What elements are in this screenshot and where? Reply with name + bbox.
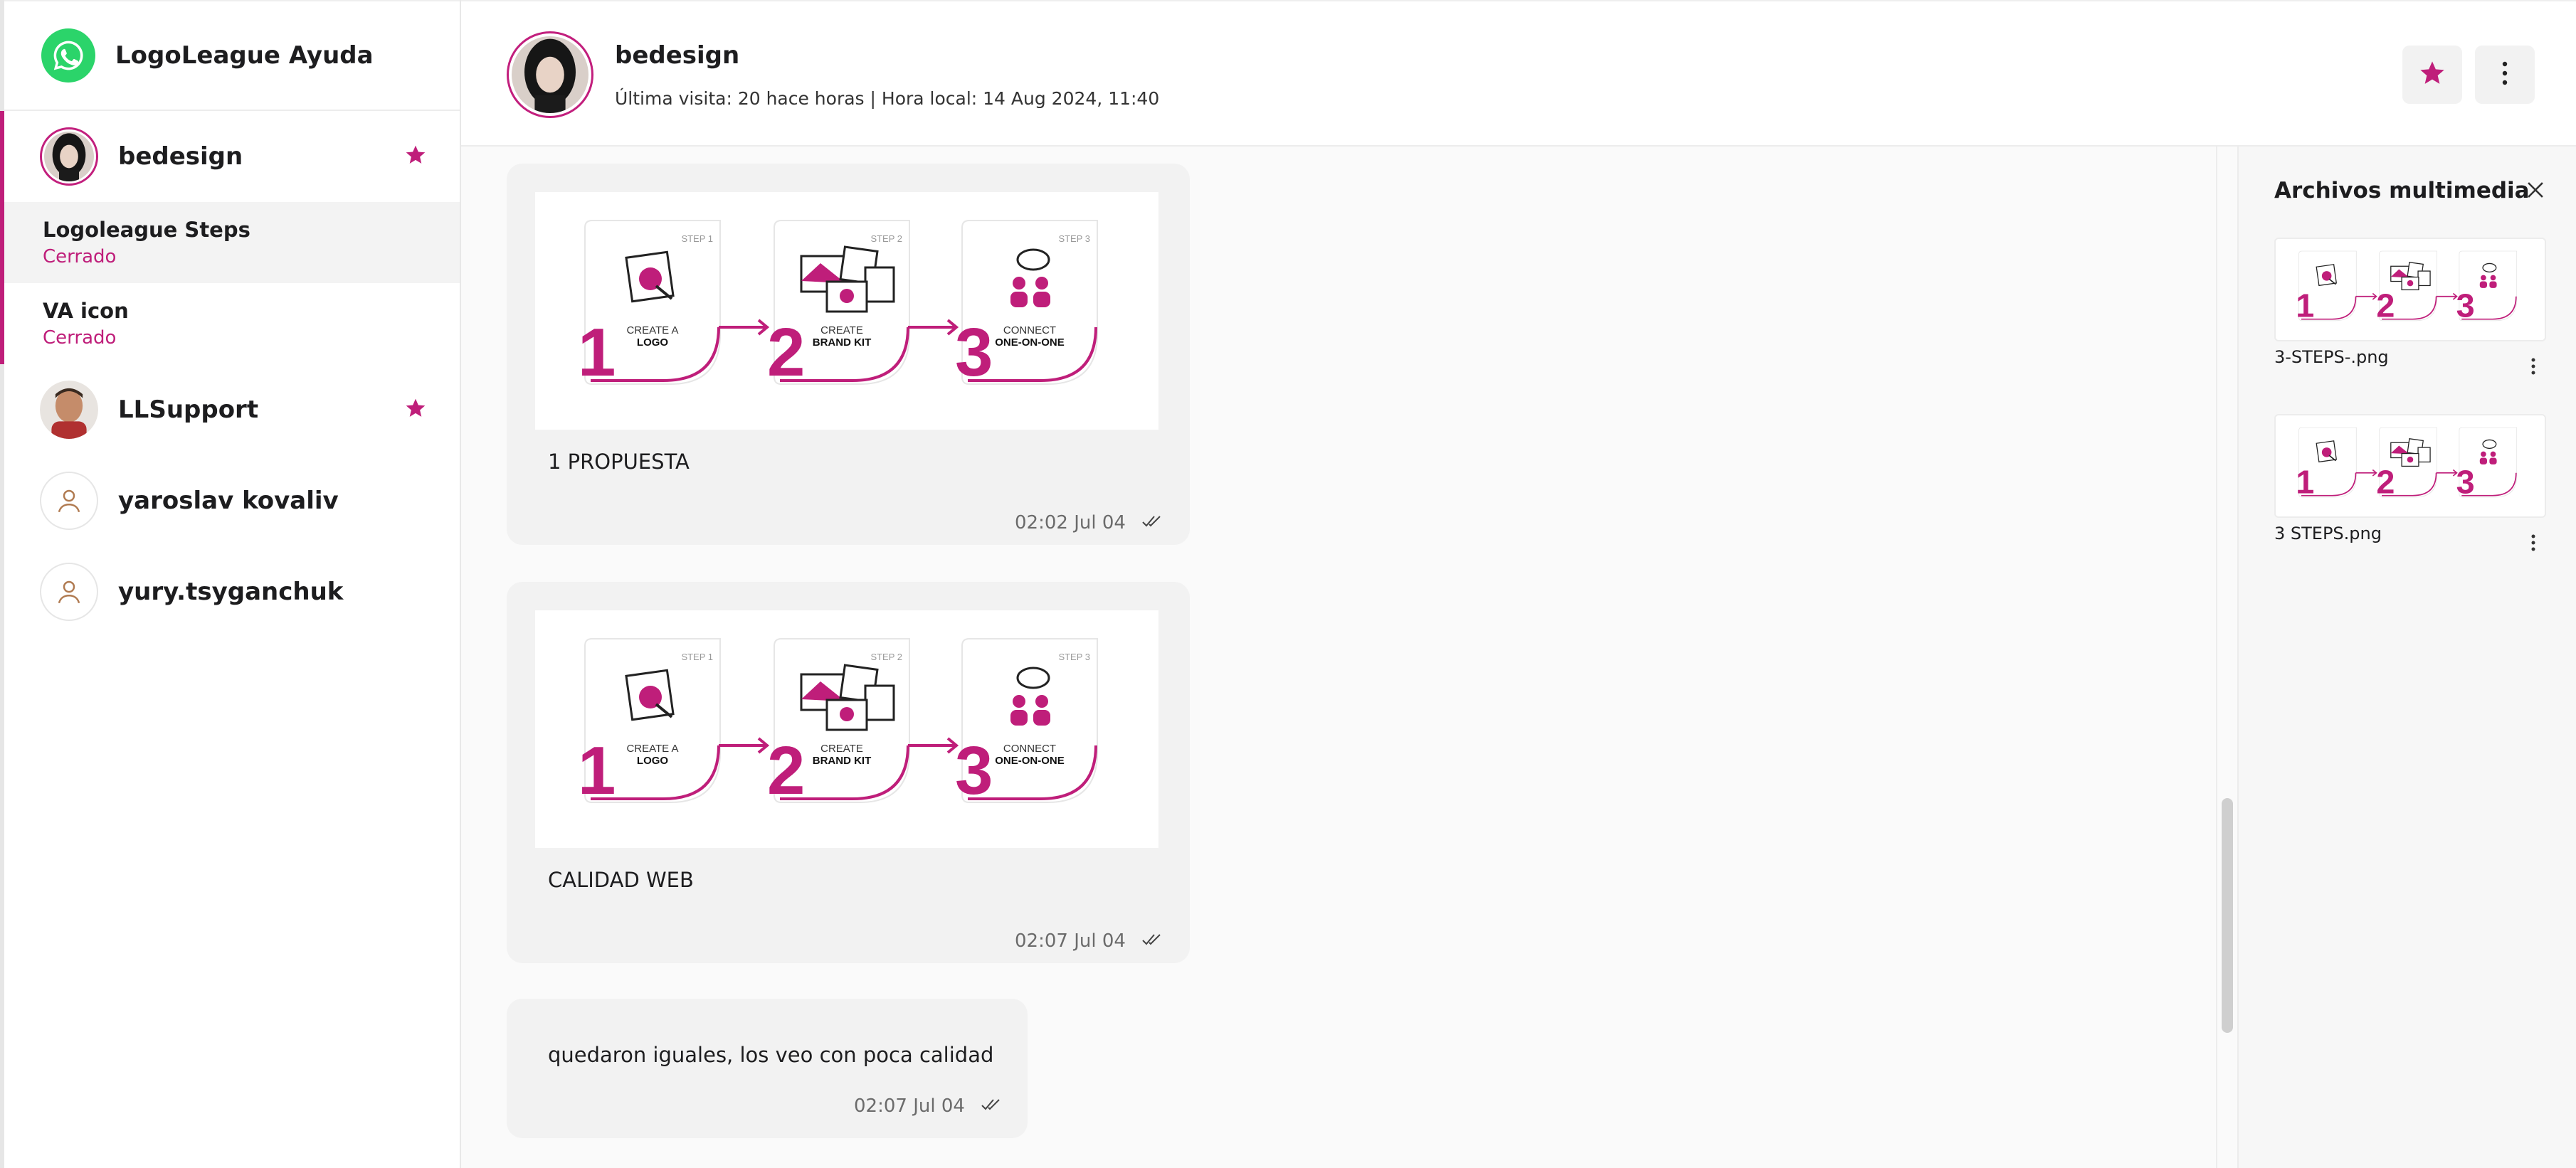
- message-bubble: STEP 1 CREATE A LOGO 1 STEP 2 CREATE BRAND KIT…: [507, 164, 1190, 545]
- contact-name: bedesign: [118, 142, 243, 171]
- contact-name: LLSupport: [118, 395, 259, 424]
- double-check-icon: [981, 1095, 1001, 1117]
- message-meta: 02:07 Jul 04: [1015, 930, 1161, 952]
- step-number: 1: [2296, 287, 2314, 324]
- step-line1: CREATE A: [626, 743, 678, 755]
- media-thumbnail[interactable]: 1 2 3: [2274, 414, 2546, 518]
- message-time: 02:07 Jul 04: [1015, 930, 1126, 952]
- step-line1: CONNECT: [1003, 743, 1056, 755]
- step-number: 2: [2376, 287, 2395, 324]
- message-image[interactable]: STEP 1 CREATE A LOGO 1 STEP 2 CREATE BRAND KIT…: [535, 610, 1158, 848]
- chat-header: bedesign Última visita: 20 hace horas | …: [461, 0, 2576, 147]
- message-caption: CALIDAD WEB: [548, 868, 694, 892]
- thread-title: Logoleague Steps: [43, 218, 250, 242]
- step-number: 2: [767, 733, 805, 809]
- chat-area: STEP 1 CREATE A LOGO 1 STEP 2 CREATE BRAND KIT…: [461, 147, 2216, 1168]
- brand-title: LogoLeague Ayuda: [115, 41, 374, 70]
- message-image[interactable]: STEP 1 CREATE A LOGO 1 STEP 2 CREATE BRAND KIT…: [535, 192, 1158, 430]
- contact-item-yury[interactable]: yury.tsyganchuk: [4, 546, 460, 637]
- step-tag: STEP 1: [681, 233, 713, 244]
- contact-item-yaroslav[interactable]: yaroslav kovaliv: [4, 455, 460, 546]
- message-caption: 1 PROPUESTA: [548, 450, 690, 474]
- contact-item-llsupport[interactable]: LLSupport: [4, 364, 460, 455]
- step-line2: ONE-ON-ONE: [995, 755, 1065, 767]
- step-number: 3: [2456, 464, 2475, 501]
- message-text: quedaron iguales, los veo con poca calid…: [548, 1043, 994, 1067]
- step-line2: LOGO: [637, 755, 668, 767]
- sidebar: LogoLeague Ayuda bedesign Logoleague Ste…: [0, 0, 461, 1168]
- thread-item-logoleague-steps[interactable]: Logoleague Steps Cerrado: [0, 202, 460, 283]
- avatar: [40, 127, 98, 186]
- step-number: 2: [2376, 464, 2395, 501]
- step-number: 1: [2296, 464, 2314, 501]
- kebab-icon[interactable]: [2530, 533, 2536, 555]
- step-number: 1: [578, 314, 616, 391]
- step-line2: BRAND KIT: [813, 336, 872, 349]
- star-icon: [2418, 59, 2446, 90]
- step-number: 2: [767, 314, 805, 391]
- thread-item-va-icon[interactable]: VA icon Cerrado: [0, 283, 460, 364]
- thread-status: Cerrado: [43, 246, 117, 267]
- message-time: 02:02 Jul 04: [1015, 512, 1126, 533]
- star-icon[interactable]: [404, 144, 427, 169]
- step-number: 3: [955, 314, 993, 391]
- step-line1: CONNECT: [1003, 324, 1056, 336]
- media-filename: 3 STEPS.png: [2274, 524, 2382, 543]
- contact-name: yury.tsyganchuk: [118, 578, 344, 606]
- scrollbar-track: [2216, 147, 2217, 1168]
- step-number: 1: [578, 733, 616, 809]
- step-line1: CREATE: [820, 324, 863, 336]
- avatar[interactable]: [507, 31, 593, 118]
- thread-status: Cerrado: [43, 327, 117, 349]
- thread-title: VA icon: [43, 299, 129, 323]
- step-tag: STEP 2: [870, 652, 902, 662]
- step-tag: STEP 2: [870, 233, 902, 244]
- message-bubble: STEP 1 CREATE A LOGO 1 STEP 2 CREATE BRAND KIT…: [507, 582, 1190, 963]
- message-meta: 02:02 Jul 04: [1015, 512, 1161, 533]
- step-number: 3: [2456, 287, 2475, 324]
- step-line1: CREATE: [820, 743, 863, 755]
- step-line1: CREATE A: [626, 324, 678, 336]
- message-time: 02:07 Jul 04: [854, 1095, 965, 1117]
- whatsapp-icon: [41, 28, 95, 83]
- star-button[interactable]: [2402, 46, 2462, 104]
- star-icon[interactable]: [404, 397, 427, 423]
- message-bubble: quedaron iguales, los veo con poca calid…: [507, 999, 1028, 1138]
- kebab-icon[interactable]: [2530, 357, 2536, 378]
- media-thumbnail[interactable]: 1 2 3: [2274, 238, 2546, 341]
- step-tag: STEP 3: [1058, 652, 1090, 662]
- brand-header: LogoLeague Ayuda: [4, 0, 460, 111]
- contact-name: yaroslav kovaliv: [118, 487, 339, 515]
- avatar: [40, 381, 98, 439]
- media-filename: 3-STEPS-.png: [2274, 347, 2389, 367]
- message-meta: 02:07 Jul 04: [854, 1095, 1001, 1117]
- step-line2: BRAND KIT: [813, 755, 872, 767]
- media-panel: Archivos multimedia 1 2 3 3-STEPS-.png 1 2 3…: [2237, 147, 2576, 1168]
- app-root: LogoLeague Ayuda bedesign Logoleague Ste…: [0, 0, 2576, 1168]
- kebab-icon: [2501, 60, 2508, 89]
- step-number: 3: [955, 733, 993, 809]
- more-options-button[interactable]: [2475, 46, 2535, 104]
- contact-item-bedesign[interactable]: bedesign: [0, 111, 460, 202]
- last-seen-text: Última visita: 20 hace horas | Hora loca…: [615, 88, 1160, 109]
- close-icon[interactable]: [2523, 178, 2548, 205]
- step-tag: STEP 1: [681, 652, 713, 662]
- scrollbar-thumb[interactable]: [2222, 798, 2233, 1033]
- double-check-icon: [1141, 512, 1161, 533]
- step-line2: ONE-ON-ONE: [995, 336, 1065, 349]
- double-check-icon: [1141, 930, 1161, 952]
- user-icon: [40, 472, 98, 530]
- user-icon: [40, 563, 98, 621]
- step-tag: STEP 3: [1058, 233, 1090, 244]
- step-line2: LOGO: [637, 336, 668, 349]
- contact-name: bedesign: [615, 41, 740, 70]
- media-panel-title: Archivos multimedia: [2274, 178, 2530, 203]
